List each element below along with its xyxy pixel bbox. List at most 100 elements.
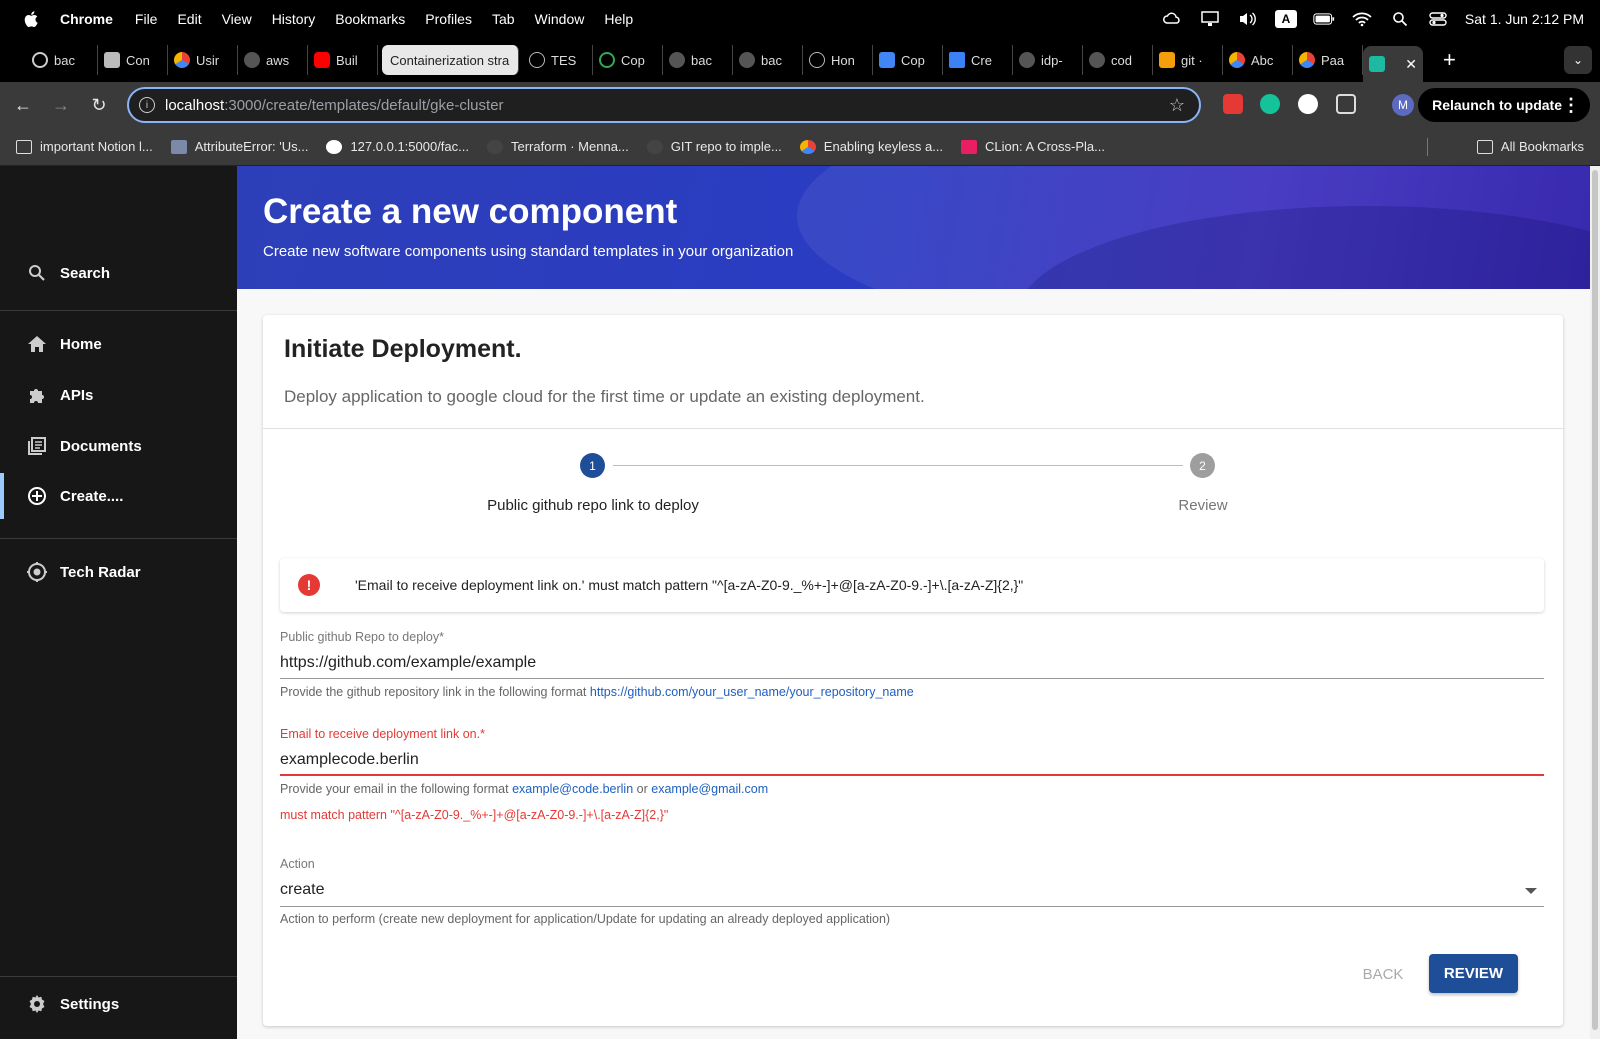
menu-bookmarks[interactable]: Bookmarks	[335, 11, 405, 27]
tab-favicon-icon	[809, 52, 825, 68]
sidebar-item-tech-radar[interactable]: Tech Radar	[0, 549, 237, 595]
bookmarks-bar: important Notion l... AttributeError: 'U…	[0, 128, 1600, 166]
browser-tab[interactable]: Con	[98, 45, 168, 75]
reload-icon[interactable]: ↻	[80, 95, 118, 116]
action-select[interactable]: create	[280, 881, 324, 899]
tab-favicon-icon	[32, 52, 48, 68]
browser-tab-current[interactable]: ✕	[1363, 46, 1423, 82]
extension-circle-icon[interactable]	[1298, 94, 1318, 114]
card-subtitle: Deploy application to google cloud for t…	[284, 387, 925, 406]
new-tab-plus-icon[interactable]: +	[1443, 47, 1456, 73]
back-button[interactable]: BACK	[1348, 956, 1418, 992]
browser-tab[interactable]: bac	[26, 45, 98, 75]
browser-tab[interactable]: Abc	[1223, 45, 1293, 75]
sidebar-item-create[interactable]: Create....	[0, 473, 237, 519]
tab-favicon-icon	[104, 52, 120, 68]
sidebar-item-settings[interactable]: Settings	[0, 981, 237, 1027]
email-example-link-1[interactable]: example@code.berlin	[512, 782, 633, 796]
bookmark-item[interactable]: Enabling keyless a...	[799, 139, 943, 154]
volume-icon[interactable]	[1237, 10, 1259, 28]
review-button[interactable]: REVIEW	[1429, 954, 1518, 993]
url-host: localhost	[165, 96, 225, 114]
step-2-indicator: 2	[1190, 453, 1215, 478]
tab-search-chevron-icon[interactable]: ⌄	[1564, 46, 1592, 74]
browser-tab[interactable]: Cop	[593, 45, 663, 75]
sidebar-item-apis[interactable]: APIs	[0, 372, 237, 418]
extensions-puzzle-icon[interactable]	[1336, 94, 1356, 114]
profile-avatar[interactable]: M	[1392, 94, 1414, 116]
extension-red-icon[interactable]	[1223, 94, 1243, 114]
library-books-icon	[26, 435, 48, 457]
bookmark-item[interactable]: Terraform · Menna...	[487, 139, 629, 154]
email-example-link-2[interactable]: example@gmail.com	[651, 782, 768, 796]
menu-view[interactable]: View	[222, 11, 252, 27]
browser-tab[interactable]: Hon	[803, 45, 873, 75]
menu-window[interactable]: Window	[535, 11, 585, 27]
bookmark-star-icon[interactable]: ☆	[1169, 95, 1185, 116]
close-tab-icon[interactable]: ✕	[1405, 56, 1417, 73]
bookmark-item[interactable]: important Notion l...	[16, 139, 153, 154]
grammarly-icon[interactable]	[1260, 94, 1280, 114]
menu-edit[interactable]: Edit	[177, 11, 201, 27]
browser-tab[interactable]: cod	[1083, 45, 1153, 75]
sidebar-item-home[interactable]: Home	[0, 321, 237, 367]
menu-app-name[interactable]: Chrome	[60, 11, 113, 27]
tab-title: bac	[691, 52, 712, 68]
repo-url-input[interactable]: https://github.com/example/example	[280, 654, 536, 672]
keyboard-input-icon[interactable]: A	[1274, 10, 1297, 28]
bookmark-label: important Notion l...	[40, 139, 153, 154]
cloud-sync-icon[interactable]	[1161, 10, 1183, 28]
browser-tab[interactable]: Paa	[1293, 45, 1363, 75]
address-bar[interactable]: i localhost:3000/create/templates/defaul…	[127, 87, 1201, 123]
menu-file[interactable]: File	[135, 11, 158, 27]
back-arrow-icon[interactable]: ←	[4, 95, 42, 116]
browser-tab[interactable]: bac	[733, 45, 803, 75]
scrollbar-thumb[interactable]	[1592, 170, 1598, 1030]
bookmark-item[interactable]: AttributeError: 'Us...	[170, 139, 308, 154]
sidebar-item-search[interactable]: Search	[0, 250, 237, 296]
tab-title: Cop	[621, 52, 645, 68]
email-input[interactable]: examplecode.berlin	[280, 751, 419, 769]
bookmark-label: GIT repo to imple...	[670, 139, 782, 154]
display-icon[interactable]	[1199, 10, 1221, 28]
browser-tab[interactable]: Cre	[943, 45, 1013, 75]
spotlight-search-icon[interactable]	[1389, 10, 1411, 28]
control-center-icon[interactable]	[1427, 10, 1449, 28]
bookmark-item[interactable]: 127.0.0.1:5000/fac...	[326, 139, 469, 154]
browser-tab[interactable]: Cop	[873, 45, 943, 75]
browser-tab[interactable]: TES	[523, 45, 593, 75]
site-info-icon[interactable]: i	[139, 97, 155, 113]
browser-toolbar: ← → ↻ i localhost:3000/create/templates/…	[0, 82, 1600, 128]
browser-tab[interactable]: idp-	[1013, 45, 1083, 75]
browser-tab[interactable]: git ·	[1153, 45, 1223, 75]
clion-icon	[961, 139, 978, 154]
all-bookmarks-button[interactable]: All Bookmarks	[1476, 139, 1584, 154]
bookmark-item[interactable]: GIT repo to imple...	[646, 139, 782, 154]
stepper-connector	[613, 465, 1183, 466]
menu-history[interactable]: History	[272, 11, 316, 27]
keyboard-input-letter: A	[1274, 10, 1297, 28]
sidebar-item-documents[interactable]: Documents	[0, 423, 237, 469]
gear-icon	[26, 993, 48, 1015]
action-field-helper: Action to perform (create new deployment…	[280, 912, 891, 926]
relaunch-to-update-button[interactable]: Relaunch to update	[1418, 88, 1590, 122]
all-bookmarks-label: All Bookmarks	[1500, 139, 1584, 154]
browser-tab-hovered[interactable]: Containerization stra	[382, 45, 519, 75]
forward-arrow-icon[interactable]: →	[42, 95, 80, 116]
bookmark-item[interactable]: CLion: A Cross-Pla...	[961, 139, 1105, 154]
email-error-message: must match pattern "^[a-zA-Z0-9._%+-]+@[…	[280, 808, 669, 822]
dropdown-arrow-icon[interactable]	[1525, 888, 1537, 894]
browser-tab[interactable]: aws	[238, 45, 308, 75]
battery-icon[interactable]	[1313, 10, 1335, 28]
page-scrollbar[interactable]	[1590, 166, 1600, 1039]
repo-format-link[interactable]: https://github.com/your_user_name/your_r…	[590, 685, 914, 699]
browser-tab[interactable]: bac	[663, 45, 733, 75]
browser-tab[interactable]: Usir	[168, 45, 238, 75]
menu-help[interactable]: Help	[604, 11, 633, 27]
wifi-icon[interactable]	[1351, 10, 1373, 28]
menubar-clock[interactable]: Sat 1. Jun 2:12 PM	[1465, 11, 1584, 27]
menu-profiles[interactable]: Profiles	[425, 11, 472, 27]
menu-tab[interactable]: Tab	[492, 11, 515, 27]
browser-tab[interactable]: Buil	[308, 45, 378, 75]
apple-logo-icon[interactable]	[22, 9, 42, 29]
